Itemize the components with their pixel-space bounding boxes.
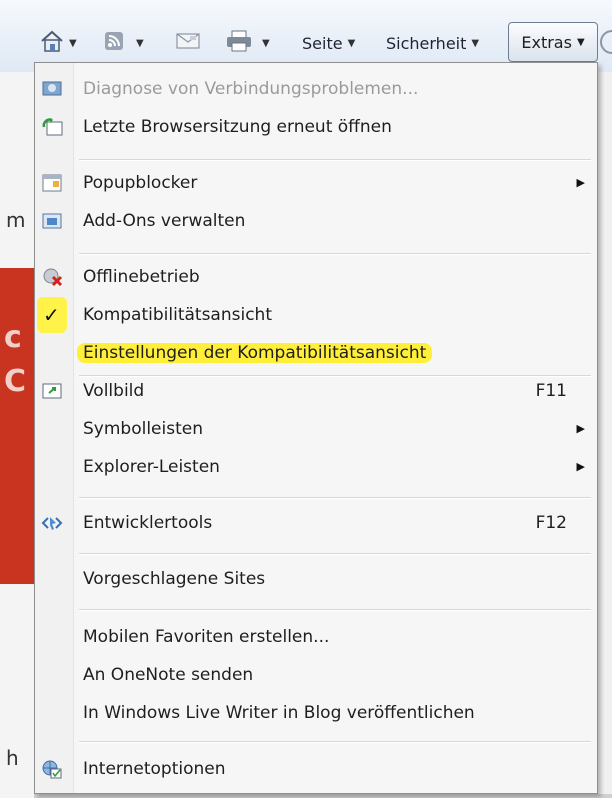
menu-item-reopen-session[interactable]: Letzte Browsersitzung erneut öffnen: [35, 109, 597, 145]
menu-item-label: Entwicklertools: [83, 513, 213, 533]
menu-separator: [79, 253, 591, 255]
submenu-arrow-icon: ▶: [576, 422, 585, 435]
menu-item-internet-options[interactable]: Internetoptionen: [35, 751, 597, 787]
menu-item-compatibility-view[interactable]: ✓ Kompatibilitätsansicht: [35, 297, 597, 333]
shortcut-label: F11: [535, 381, 567, 401]
print-dropdown-arrow[interactable]: ▼: [262, 38, 270, 49]
menu-separator: [79, 741, 591, 743]
offline-icon: [41, 267, 63, 287]
menu-item-mobile-favorites[interactable]: Mobilen Favoriten erstellen...: [35, 619, 597, 655]
developer-tools-icon: [41, 513, 63, 533]
menu-item-label: In Windows Live Writer in Blog veröffent…: [83, 703, 475, 723]
menu-item-addons[interactable]: Add-Ons verwalten: [35, 203, 597, 239]
sicherheit-menu-button[interactable]: Sicherheit ▼: [386, 28, 479, 58]
rss-feed-icon: [104, 31, 124, 55]
menu-item-label: Vorgeschlagene Sites: [83, 569, 266, 589]
reopen-session-icon: [41, 117, 63, 137]
menu-item-live-writer[interactable]: In Windows Live Writer in Blog veröffent…: [35, 695, 597, 731]
submenu-arrow-icon: ▶: [576, 460, 585, 473]
seite-menu-button[interactable]: Seite ▼: [302, 28, 355, 58]
home-dropdown-arrow[interactable]: ▼: [69, 38, 77, 49]
feeds-button[interactable]: ▼: [104, 28, 144, 58]
extras-menu-button[interactable]: Extras ▼: [508, 22, 598, 62]
menu-separator: [79, 497, 591, 499]
chevron-down-icon: ▼: [576, 36, 585, 48]
highlighted-label: Einstellungen der Kompatibilitätsansicht: [77, 343, 433, 363]
home-button[interactable]: ▼: [40, 28, 77, 58]
checkmark-icon: ✓: [43, 303, 60, 327]
printer-icon: [226, 30, 252, 56]
chevron-down-icon: ▼: [471, 37, 480, 49]
menu-item-send-to-onenote[interactable]: An OneNote senden: [35, 657, 597, 693]
menu-item-label: Explorer-Leisten: [83, 457, 220, 477]
seite-label: Seite: [302, 33, 343, 53]
menu-item-label: Popupblocker: [83, 173, 198, 193]
extras-label: Extras: [521, 32, 572, 52]
feeds-dropdown-arrow[interactable]: ▼: [136, 38, 144, 49]
menu-item-fullscreen[interactable]: Vollbild F11: [35, 373, 597, 409]
menu-item-toolbars[interactable]: Symbolleisten ▶: [35, 411, 597, 447]
sicherheit-label: Sicherheit: [386, 33, 467, 53]
menu-item-explorer-bars[interactable]: Explorer-Leisten ▶: [35, 449, 597, 485]
menu-item-label: Diagnose von Verbindungsproblemen...: [83, 79, 419, 99]
fullscreen-icon: [41, 381, 63, 401]
menu-item-label: Kompatibilitätsansicht: [83, 305, 272, 325]
menu-item-label: An OneNote senden: [83, 665, 254, 685]
print-button[interactable]: ▼: [226, 28, 270, 58]
page-background-right: [598, 72, 612, 798]
popup-blocker-icon: [41, 173, 63, 193]
help-button-partial[interactable]: [600, 30, 612, 54]
home-icon: [40, 30, 64, 56]
menu-item-label: Symbolleisten: [83, 419, 203, 439]
menu-item-label: Offlinebetrieb: [83, 267, 200, 287]
menu-item-label: Mobilen Favoriten erstellen...: [83, 627, 330, 647]
network-diagnose-icon: [41, 79, 63, 99]
page-text-fragment: m: [6, 208, 26, 232]
extras-dropdown-menu: Diagnose von Verbindungsproblemen... Let…: [34, 62, 598, 794]
chevron-down-icon: ▼: [347, 37, 356, 49]
submenu-arrow-icon: ▶: [576, 176, 585, 189]
menu-item-suggested-sites[interactable]: Vorgeschlagene Sites: [35, 561, 597, 597]
mail-icon: [176, 32, 200, 54]
page-text-fragment: c: [4, 320, 22, 355]
page-text-fragment: C: [4, 364, 27, 399]
menu-item-offline[interactable]: Offlinebetrieb: [35, 259, 597, 295]
page-bottom-edge: [34, 794, 612, 798]
menu-item-label: Internetoptionen: [83, 759, 226, 779]
page-text-fragment: h: [6, 746, 19, 770]
internet-options-icon: [41, 759, 63, 779]
menu-item-label: Einstellungen der Kompatibilitätsansicht: [77, 335, 433, 371]
menu-item-label: Add-Ons verwalten: [83, 211, 246, 231]
menu-item-label: Letzte Browsersitzung erneut öffnen: [83, 117, 392, 137]
menu-item-label: Vollbild: [83, 381, 145, 401]
page-banner-fragment: c C: [0, 268, 34, 584]
menu-item-diagnose: Diagnose von Verbindungsproblemen...: [35, 71, 597, 107]
menu-item-compatibility-settings[interactable]: Einstellungen der Kompatibilitätsansicht: [35, 335, 597, 371]
shortcut-label: F12: [535, 513, 567, 533]
menu-item-popupblocker[interactable]: Popupblocker ▶: [35, 165, 597, 201]
addons-icon: [41, 211, 63, 231]
menu-separator: [79, 553, 591, 555]
menu-separator: [79, 159, 591, 161]
mail-button[interactable]: [176, 28, 200, 58]
menu-item-developer-tools[interactable]: Entwicklertools F12: [35, 505, 597, 541]
menu-separator: [79, 609, 591, 611]
